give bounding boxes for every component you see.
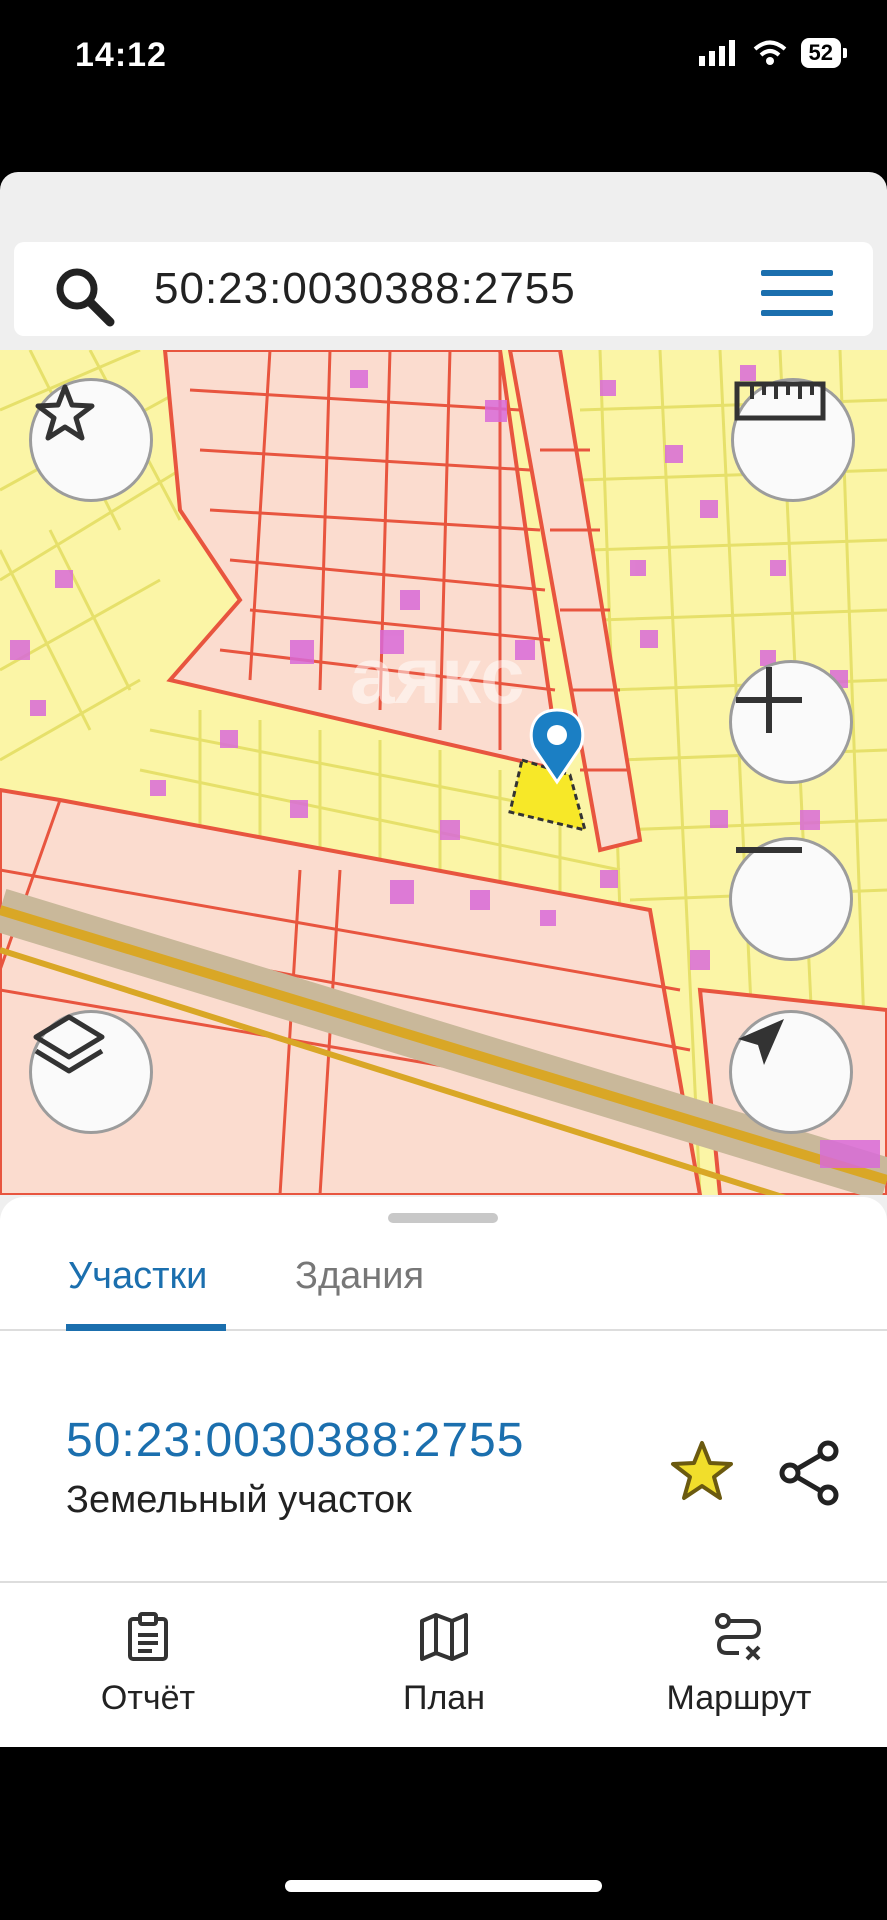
zoom-out-button[interactable]: [729, 837, 853, 961]
tab-buildings[interactable]: Здания: [295, 1255, 424, 1298]
plus-icon: [736, 667, 802, 733]
bottom-navigation: Отчёт План Маршрут: [0, 1583, 887, 1728]
status-bar: 14:12 52: [0, 0, 887, 120]
cadastral-number[interactable]: 50:23:0030388:2755: [66, 1413, 524, 1468]
navigation-arrow-icon: [738, 1019, 784, 1065]
active-tab-indicator: [66, 1324, 226, 1331]
map-view[interactable]: аякс: [0, 350, 887, 1195]
share-icon[interactable]: [776, 1439, 842, 1507]
battery-tip: [843, 48, 847, 58]
home-indicator[interactable]: [285, 1880, 602, 1892]
nav-report[interactable]: Отчёт: [0, 1583, 296, 1728]
cellular-signal-icon: [698, 40, 735, 66]
nav-route-label: Маршрут: [666, 1679, 812, 1717]
favorite-star-icon[interactable]: [668, 1439, 736, 1503]
app-window: 50:23:0030388:2755 аякс Участки Здания 5…: [0, 172, 887, 1747]
menu-icon[interactable]: [761, 270, 833, 316]
nav-report-label: Отчёт: [100, 1679, 196, 1717]
layers-icon: [33, 1014, 105, 1074]
parcel-result-item[interactable]: 50:23:0030388:2755 Земельный участок: [0, 1331, 887, 1583]
search-bar[interactable]: 50:23:0030388:2755: [14, 242, 873, 336]
clipboard-icon: [128, 1612, 168, 1661]
battery-indicator: 52: [800, 38, 841, 68]
minus-icon: [736, 847, 802, 853]
map-icon: [420, 1613, 468, 1661]
tab-bar: Участки Здания: [0, 1237, 887, 1331]
parcel-type: Земельный участок: [66, 1479, 412, 1521]
favorites-button[interactable]: [29, 378, 153, 502]
map-watermark: аякс: [350, 631, 525, 720]
layers-button[interactable]: [29, 1010, 153, 1134]
zoom-in-button[interactable]: [729, 660, 853, 784]
ruler-button[interactable]: [731, 378, 855, 502]
nav-route[interactable]: Маршрут: [591, 1583, 887, 1728]
route-icon: [715, 1613, 762, 1661]
ruler-icon: [734, 381, 826, 421]
status-icons: 52: [698, 38, 847, 68]
nav-plan-label: План: [403, 1679, 485, 1717]
status-time: 14:12: [75, 36, 167, 74]
nav-plan[interactable]: План: [296, 1583, 592, 1728]
sheet-drag-handle[interactable]: [388, 1213, 498, 1223]
search-icon[interactable]: [52, 264, 118, 330]
bottom-sheet: Участки Здания 50:23:0030388:2755 Земель…: [0, 1197, 887, 1747]
my-location-button[interactable]: [729, 1010, 853, 1134]
wifi-icon: [753, 40, 786, 65]
star-outline-icon: [35, 384, 95, 441]
tab-parcels[interactable]: Участки: [68, 1255, 207, 1298]
search-query[interactable]: 50:23:0030388:2755: [154, 264, 576, 314]
